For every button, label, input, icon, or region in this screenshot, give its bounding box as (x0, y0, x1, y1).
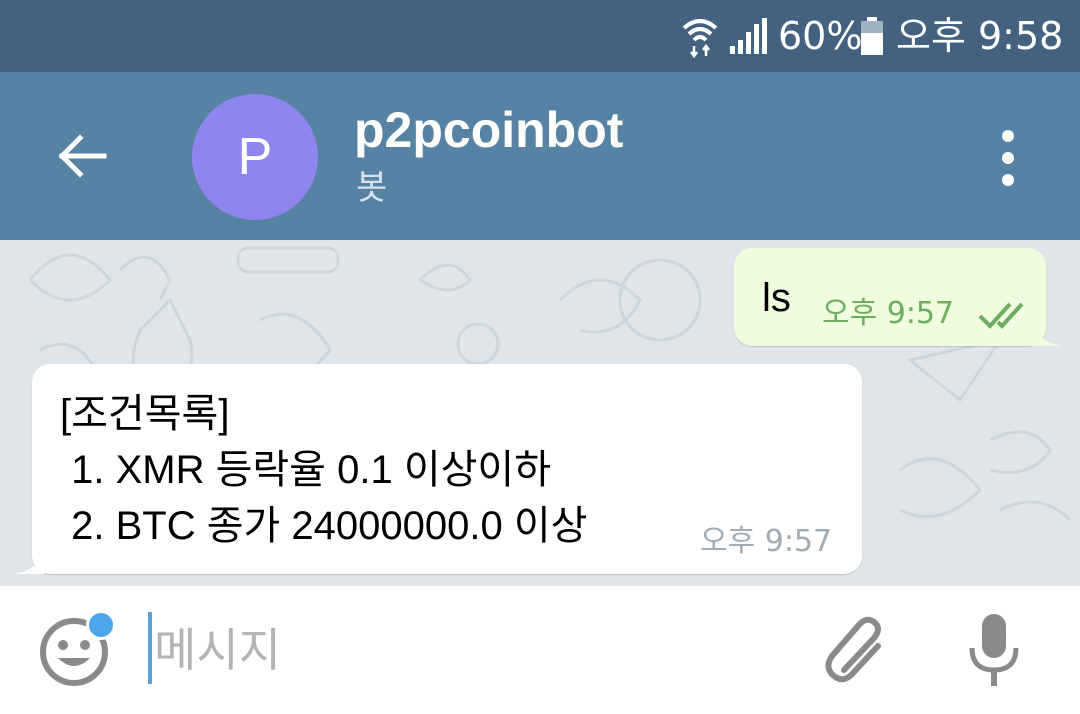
chat-subtitle: 봇 (356, 168, 388, 208)
message-time: 오후 9:57 (822, 296, 955, 331)
message-incoming[interactable]: [조건목록] 1. XMR 등락율 0.1 이상이하 2. BTC 종가 240… (14, 364, 862, 574)
message-input-bar (0, 586, 1080, 714)
message-outgoing[interactable]: ls 오후 9:57 (734, 248, 1062, 346)
double-check-icon (978, 302, 1024, 329)
message-line: 1. XMR 등락율 0.1 이상이하 (60, 448, 552, 492)
bubble-tail (1032, 320, 1062, 346)
bubble-tail (14, 548, 44, 574)
text-cursor (148, 612, 152, 684)
signal-icon (730, 18, 767, 54)
message-time: 오후 9:57 (700, 524, 833, 559)
battery-icon (861, 17, 883, 55)
chat-area[interactable]: ls 오후 9:57 [조건목록] 1. XMR 등락율 0.1 이상이하 2.… (0, 240, 1080, 586)
back-arrow-icon[interactable] (52, 128, 112, 184)
avatar[interactable]: P (192, 94, 318, 220)
message-line: [조건목록] (60, 392, 230, 436)
battery-percentage: 60% (778, 14, 863, 58)
message-text: ls (762, 276, 791, 320)
microphone-icon[interactable] (966, 612, 1022, 688)
more-vertical-icon[interactable] (996, 128, 1020, 188)
notification-dot (86, 610, 116, 640)
status-clock: 오후 9:58 (896, 14, 1064, 58)
message-line: 2. BTC 종가 24000000.0 이상 (60, 504, 588, 548)
paperclip-icon[interactable] (822, 614, 892, 686)
wifi-icon (682, 19, 718, 58)
status-bar: 60% 오후 9:58 (0, 0, 1080, 72)
chat-title[interactable]: p2pcoinbot (354, 100, 623, 160)
chat-header: P p2pcoinbot 봇 (0, 72, 1080, 240)
message-input[interactable] (154, 618, 754, 682)
